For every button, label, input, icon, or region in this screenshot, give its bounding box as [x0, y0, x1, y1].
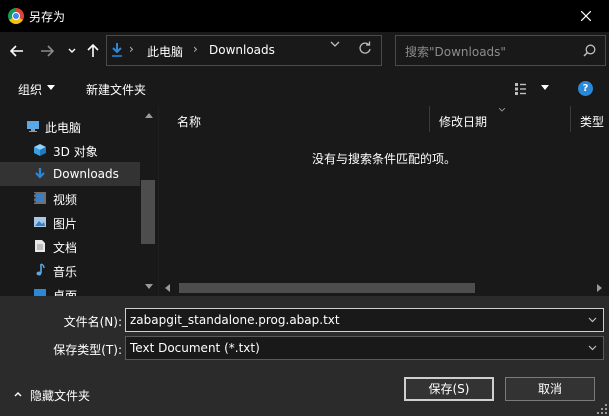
document-icon: [35, 240, 45, 252]
address-bar[interactable]: › 此电脑 › Downloads: [106, 35, 382, 66]
navigation-pane: 此电脑 3D 对象 Downloads 视频 图片 文档 音乐 桌面: [0, 106, 158, 296]
scroll-right-icon[interactable]: [597, 284, 602, 292]
nav-item-label: 桌面: [53, 289, 78, 296]
cube-icon: [34, 144, 46, 156]
picture-icon: [34, 217, 46, 227]
search-icon[interactable]: [583, 44, 596, 57]
scroll-up-icon[interactable]: [145, 113, 153, 118]
filetype-select[interactable]: Text Document (*.txt): [125, 336, 604, 360]
recent-locations-button[interactable]: [63, 42, 81, 60]
refresh-icon[interactable]: [358, 41, 372, 55]
file-list-scrollbar[interactable]: [159, 280, 609, 296]
filetype-value: Text Document (*.txt): [130, 341, 260, 355]
empty-message: 没有与搜索条件匹配的项。: [311, 152, 456, 166]
column-header-name[interactable]: 名称: [168, 106, 430, 132]
video-icon: [34, 192, 46, 204]
desktop-icon: [34, 289, 46, 296]
hide-folders-button[interactable]: 隐藏文件夹: [30, 387, 90, 404]
search-input[interactable]: 搜索"Downloads": [395, 35, 606, 66]
nav-item-pictures[interactable]: 图片: [0, 210, 140, 234]
nav-item-label: 图片: [53, 217, 78, 231]
file-list[interactable]: 名称 修改日期 类型 没有与搜索条件匹配的项。: [159, 106, 609, 296]
organize-caret-icon: [47, 85, 55, 90]
resize-grip-icon[interactable]: [597, 404, 607, 414]
help-button[interactable]: ?: [578, 81, 593, 96]
organize-button[interactable]: 组织: [18, 81, 42, 98]
nav-item-label: 音乐: [53, 265, 78, 279]
column-header-label: 修改日期: [439, 115, 488, 129]
download-icon: [35, 168, 45, 179]
nav-item-label: 视频: [53, 193, 78, 207]
close-button[interactable]: [563, 0, 609, 32]
column-header-type[interactable]: 类型: [571, 106, 609, 132]
scroll-down-icon[interactable]: [145, 284, 153, 289]
chevron-down-icon: [68, 48, 76, 53]
arrow-left-icon: [10, 45, 23, 57]
file-list-scroll-thumb[interactable]: [179, 283, 475, 293]
filename-value: zabapgit_standalone.prog.abap.txt: [130, 313, 340, 327]
nav-item-label: 文档: [53, 241, 78, 255]
chevron-down-icon[interactable]: [588, 317, 597, 323]
nav-item-documents[interactable]: 文档: [0, 234, 140, 258]
download-icon: [112, 43, 122, 57]
save-button[interactable]: 保存(S): [404, 377, 494, 401]
filetype-label: 保存类型(T):: [53, 343, 122, 357]
filename-field[interactable]: zabapgit_standalone.prog.abap.txt: [125, 308, 604, 332]
column-header-label: 类型: [580, 115, 605, 129]
filename-label: 文件名(N):: [63, 315, 122, 329]
nav-item-label: 此电脑: [45, 121, 82, 135]
nav-item-videos[interactable]: 视频: [0, 186, 140, 210]
arrow-up-icon: [87, 44, 99, 57]
nav-item-downloads[interactable]: Downloads: [0, 162, 140, 186]
breadcrumb-separator: ›: [193, 42, 198, 56]
chrome-icon: [8, 8, 24, 24]
view-options-icon[interactable]: [515, 83, 531, 95]
column-header-label: 名称: [177, 115, 202, 129]
scroll-left-icon[interactable]: [165, 284, 170, 292]
breadcrumb-this-pc[interactable]: 此电脑: [147, 43, 183, 60]
title-bar: 另存为: [0, 0, 609, 32]
forward-button[interactable]: [38, 42, 56, 60]
command-bar: 组织 新建文件夹 ?: [0, 70, 609, 106]
close-icon: [581, 11, 591, 21]
nav-item-3d-objects[interactable]: 3D 对象: [0, 138, 140, 162]
music-icon: [36, 263, 45, 276]
address-dropdown-icon[interactable]: [330, 40, 340, 48]
view-caret-icon[interactable]: [541, 85, 549, 90]
cancel-button[interactable]: 取消: [505, 377, 595, 401]
chevron-up-icon[interactable]: [14, 391, 22, 397]
nav-item-this-pc[interactable]: 此电脑: [0, 114, 140, 138]
nav-item-label: Downloads: [53, 167, 119, 181]
computer-icon: [27, 121, 39, 132]
nav-item-music[interactable]: 音乐: [0, 258, 140, 282]
back-button[interactable]: [8, 42, 26, 60]
breadcrumb-downloads[interactable]: Downloads: [209, 43, 275, 57]
new-folder-button[interactable]: 新建文件夹: [86, 81, 146, 98]
up-button[interactable]: [84, 42, 102, 60]
nav-item-label: 3D 对象: [53, 145, 98, 159]
chevron-down-icon[interactable]: [588, 345, 597, 351]
window-title: 另存为: [29, 10, 66, 24]
breadcrumb-separator: ›: [129, 42, 134, 56]
nav-item-desktop[interactable]: 桌面: [0, 282, 140, 296]
column-header-date[interactable]: 修改日期: [430, 106, 570, 132]
arrow-right-icon: [41, 45, 54, 57]
nav-pane-scroll-thumb[interactable]: [141, 180, 155, 244]
save-form: 文件名(N): zabapgit_standalone.prog.abap.tx…: [0, 296, 609, 416]
search-placeholder: 搜索"Downloads": [405, 45, 506, 59]
